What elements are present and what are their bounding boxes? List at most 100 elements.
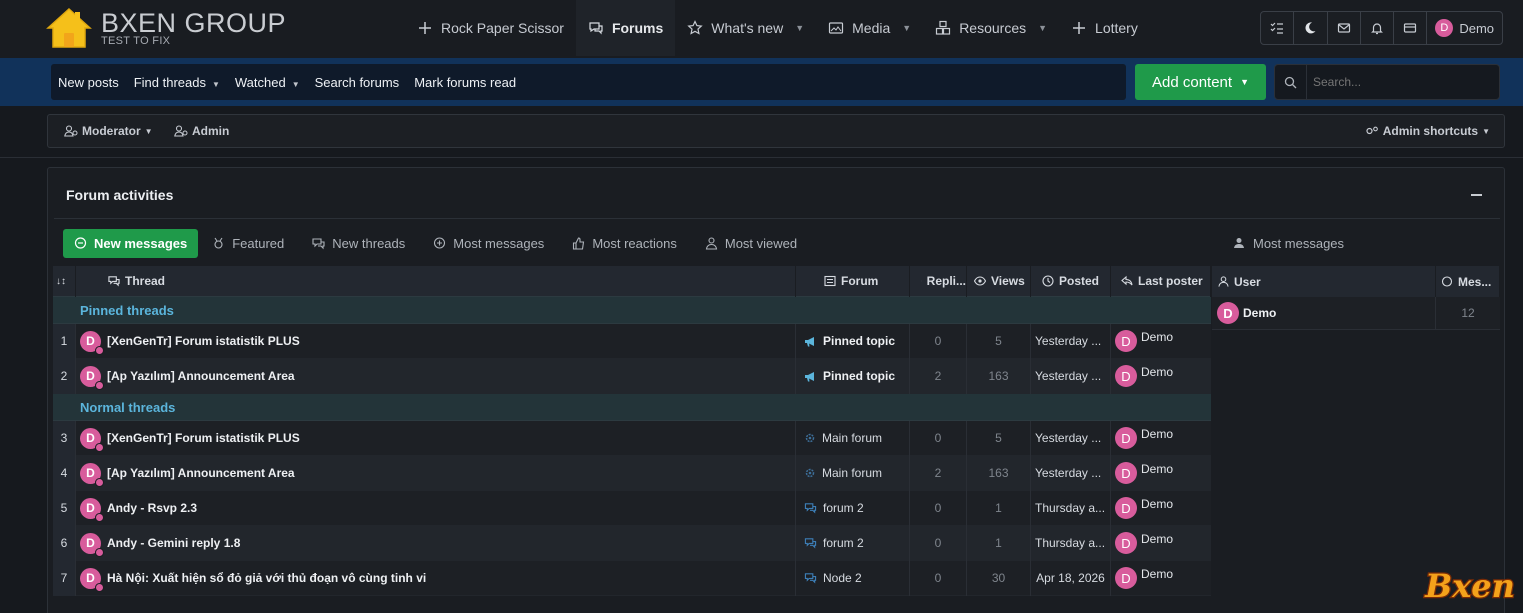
poster-name[interactable]: Demo <box>1141 365 1173 379</box>
chevron-down-icon[interactable]: ▼ <box>795 23 804 33</box>
admin-link[interactable]: Admin <box>174 124 229 138</box>
last-poster-cell[interactable]: D Demo <box>1111 561 1211 596</box>
chevron-down-icon[interactable]: ▼ <box>1038 23 1047 33</box>
last-poster-cell[interactable]: D Demo <box>1111 359 1211 394</box>
thread-title[interactable]: [Ap Yazılım] Announcement Area <box>107 466 295 480</box>
thread-title[interactable]: [XenGenTr] Forum istatistik PLUS <box>107 334 300 348</box>
table-row[interactable]: 3 D [XenGenTr] Forum istatistik PLUS Mai… <box>53 420 1211 456</box>
avatar[interactable]: D <box>1115 532 1137 554</box>
nav-lottery[interactable]: Lottery <box>1059 0 1150 56</box>
avatar[interactable]: D <box>80 567 104 592</box>
tab-most-reactions[interactable]: Most reactions <box>558 229 691 258</box>
avatar[interactable]: D <box>1115 427 1137 449</box>
thread-cell[interactable]: D [XenGenTr] Forum istatistik PLUS <box>76 323 796 359</box>
messages-column-header[interactable]: Mes... <box>1436 266 1500 297</box>
inbox-button[interactable] <box>1328 12 1361 44</box>
subnav-watched[interactable]: Watched ▼ <box>235 75 300 90</box>
search-input[interactable] <box>1307 75 1487 89</box>
checklist-button[interactable] <box>1261 12 1295 44</box>
forum-cell[interactable]: Main forum <box>796 455 910 491</box>
avatar[interactable]: D <box>1115 462 1137 484</box>
search-icon[interactable] <box>1275 65 1307 99</box>
thread-cell[interactable]: D Andy - Rsvp 2.3 <box>76 490 796 526</box>
avatar[interactable]: D <box>80 427 104 452</box>
table-row[interactable]: 5 D Andy - Rsvp 2.3 forum 2 0 1 Thursday… <box>53 490 1211 526</box>
nav-forums[interactable]: Forums <box>575 0 676 56</box>
wallet-button[interactable] <box>1394 12 1428 44</box>
thread-cell[interactable]: D [Ap Yazılım] Announcement Area <box>76 455 796 491</box>
admin-shortcuts-menu[interactable]: Admin shortcuts ▼ <box>1365 124 1490 138</box>
forum-cell[interactable]: Pinned topic <box>796 358 910 394</box>
thread-title[interactable]: Hà Nội: Xuất hiện sổ đỏ giả với thủ đoạn… <box>107 571 426 585</box>
nav-rock-paper-scissor[interactable]: Rock Paper Scissor <box>405 0 576 56</box>
tab-most-viewed[interactable]: Most viewed <box>691 229 811 258</box>
tab-most-messages[interactable]: Most messages <box>419 229 558 258</box>
avatar[interactable]: D <box>1115 330 1137 352</box>
thread-column-header[interactable]: Thread <box>76 265 796 297</box>
user-cell[interactable]: D Demo <box>1212 296 1436 330</box>
alerts-button[interactable] <box>1361 12 1395 44</box>
thread-title[interactable]: [Ap Yazılım] Announcement Area <box>107 369 295 383</box>
avatar[interactable]: D <box>80 365 104 390</box>
avatar[interactable]: D <box>1115 365 1137 387</box>
nav-media[interactable]: Media ▼ <box>816 0 923 56</box>
subnav-mark-forums-read[interactable]: Mark forums read <box>414 75 516 90</box>
thread-title[interactable]: [XenGenTr] Forum istatistik PLUS <box>107 431 300 445</box>
last-poster-cell[interactable]: D Demo <box>1111 324 1211 359</box>
table-row[interactable]: 7 D Hà Nội: Xuất hiện sổ đỏ giả với thủ … <box>53 560 1211 596</box>
user-column-header[interactable]: User <box>1212 266 1436 297</box>
forum-column-header[interactable]: Forum <box>796 265 910 297</box>
moderator-menu[interactable]: Moderator ▼ <box>64 124 153 138</box>
chevron-down-icon[interactable]: ▼ <box>902 23 911 33</box>
last-poster-cell[interactable]: D Demo <box>1111 526 1211 561</box>
tab-new-threads[interactable]: New threads <box>298 229 419 258</box>
last-poster-cell[interactable]: D Demo <box>1111 421 1211 456</box>
poster-name[interactable]: Demo <box>1141 330 1173 344</box>
user-name[interactable]: Demo <box>1243 306 1276 320</box>
table-row[interactable]: 6 D Andy - Gemini reply 1.8 forum 2 0 1 … <box>53 525 1211 561</box>
replies-column-header[interactable]: Repli... <box>910 265 967 297</box>
sort-column-header[interactable]: ↓↕ <box>53 265 76 297</box>
tab-most-messages-users[interactable]: Most messages <box>1233 228 1344 258</box>
forum-cell[interactable]: Pinned topic <box>796 323 910 359</box>
last-poster-column-header[interactable]: Last poster <box>1111 265 1211 297</box>
add-content-button[interactable]: Add content ▼ <box>1135 64 1266 100</box>
table-row[interactable]: D Demo 12 <box>1212 296 1500 330</box>
avatar[interactable]: D <box>1217 302 1239 324</box>
avatar[interactable]: D <box>1115 567 1137 589</box>
thread-cell[interactable]: D [Ap Yazılım] Announcement Area <box>76 358 796 394</box>
poster-name[interactable]: Demo <box>1141 532 1173 546</box>
thread-title[interactable]: Andy - Gemini reply 1.8 <box>107 536 240 550</box>
tab-featured[interactable]: Featured <box>198 229 298 258</box>
house-logo-icon[interactable] <box>46 7 92 49</box>
forum-cell[interactable]: forum 2 <box>796 490 910 526</box>
last-poster-cell[interactable]: D Demo <box>1111 491 1211 526</box>
posted-column-header[interactable]: Posted <box>1031 265 1111 297</box>
bxen-logo[interactable]: Bxen <box>1420 561 1520 609</box>
avatar[interactable]: D <box>80 462 104 487</box>
poster-name[interactable]: Demo <box>1141 567 1173 581</box>
collapse-icon[interactable] <box>1471 194 1482 196</box>
subnav-new-posts[interactable]: New posts <box>58 75 119 90</box>
poster-name[interactable]: Demo <box>1141 462 1173 476</box>
forum-cell[interactable]: forum 2 <box>796 525 910 561</box>
thread-cell[interactable]: D Hà Nội: Xuất hiện sổ đỏ giả với thủ đo… <box>76 560 796 596</box>
nav-whats-new[interactable]: What's new ▼ <box>675 0 816 56</box>
thread-title[interactable]: Andy - Rsvp 2.3 <box>107 501 197 515</box>
tab-new-messages[interactable]: New messages <box>63 228 199 258</box>
subnav-find-threads[interactable]: Find threads ▼ <box>134 75 220 90</box>
thread-cell[interactable]: D [XenGenTr] Forum istatistik PLUS <box>76 420 796 456</box>
poster-name[interactable]: Demo <box>1141 427 1173 441</box>
dark-mode-button[interactable] <box>1294 12 1328 44</box>
avatar[interactable]: D <box>80 497 104 522</box>
avatar[interactable]: D <box>80 532 104 557</box>
forum-cell[interactable]: Main forum <box>796 420 910 456</box>
user-menu-button[interactable]: D Demo <box>1427 12 1502 44</box>
poster-name[interactable]: Demo <box>1141 497 1173 511</box>
views-column-header[interactable]: Views <box>967 265 1031 297</box>
subnav-search-forums[interactable]: Search forums <box>315 75 400 90</box>
table-row[interactable]: 1 D [XenGenTr] Forum istatistik PLUS Pin… <box>53 323 1211 359</box>
thread-cell[interactable]: D Andy - Gemini reply 1.8 <box>76 525 796 561</box>
last-poster-cell[interactable]: D Demo <box>1111 456 1211 491</box>
table-row[interactable]: 2 D [Ap Yazılım] Announcement Area Pinne… <box>53 358 1211 394</box>
